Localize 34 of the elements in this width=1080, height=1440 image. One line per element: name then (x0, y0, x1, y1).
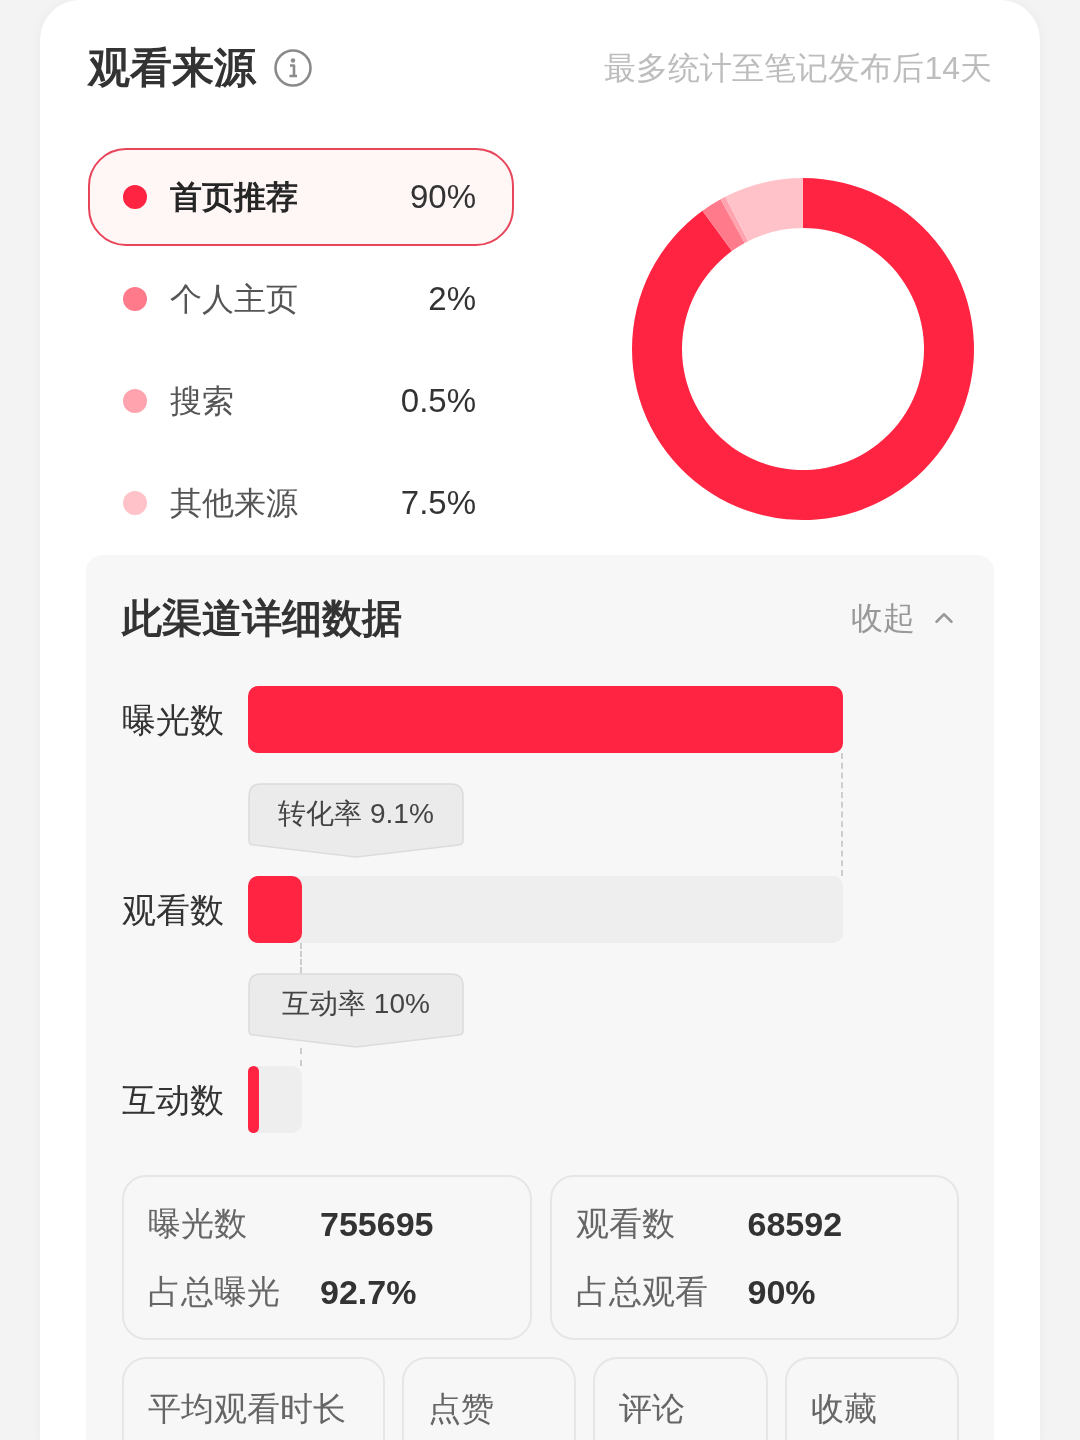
source-percentage: 90% (409, 177, 476, 217)
legend-item[interactable]: 搜索 0.5% (88, 352, 514, 450)
source-label: 其他来源 (170, 484, 299, 523)
dashed-guide-line (300, 1048, 303, 1066)
source-label: 搜索 (170, 382, 235, 421)
stat-label: 曝光数 (148, 1203, 248, 1244)
stat-label: 观看数 (575, 1203, 676, 1244)
stat-value: 90% (747, 1271, 816, 1312)
source-percentage: 0.5% (400, 381, 476, 421)
funnel-label: 曝光数 (122, 699, 225, 740)
stat-label: 占总曝光 (148, 1271, 281, 1312)
stats-note: 最多统计至笔记发布后14天 (604, 49, 992, 88)
rate-callout: 互动率 10% (248, 973, 464, 1048)
metric-label: 点赞 (428, 1389, 495, 1429)
info-icon[interactable] (274, 49, 312, 87)
rate-callout: 转化率 9.1% (248, 783, 464, 858)
stat-value: 68592 (747, 1203, 843, 1244)
section-title: 观看来源 (88, 43, 256, 93)
stat-value: 92.7% (320, 1271, 417, 1312)
metric-label: 收藏 (810, 1389, 878, 1429)
stat-value: 755695 (320, 1203, 434, 1244)
metric-label: 评论 (619, 1389, 687, 1429)
metric-label: 平均观看时长 (148, 1389, 347, 1429)
source-percentage: 7.5% (400, 483, 476, 523)
funnel-label: 观看数 (122, 889, 225, 930)
source-label: 首页推荐 (170, 178, 299, 217)
stat-label: 占总观看 (575, 1271, 709, 1312)
legend-item[interactable]: 其他来源 7.5% (88, 454, 514, 552)
source-label: 个人主页 (170, 280, 299, 319)
source-percentage: 2% (428, 279, 476, 319)
legend-item[interactable]: 个人主页 2% (88, 250, 514, 348)
legend-item[interactable]: 首页推荐 90% (88, 148, 514, 246)
funnel-label: 互动数 (122, 1079, 225, 1120)
panel-title: 此渠道详细数据 (122, 595, 402, 642)
